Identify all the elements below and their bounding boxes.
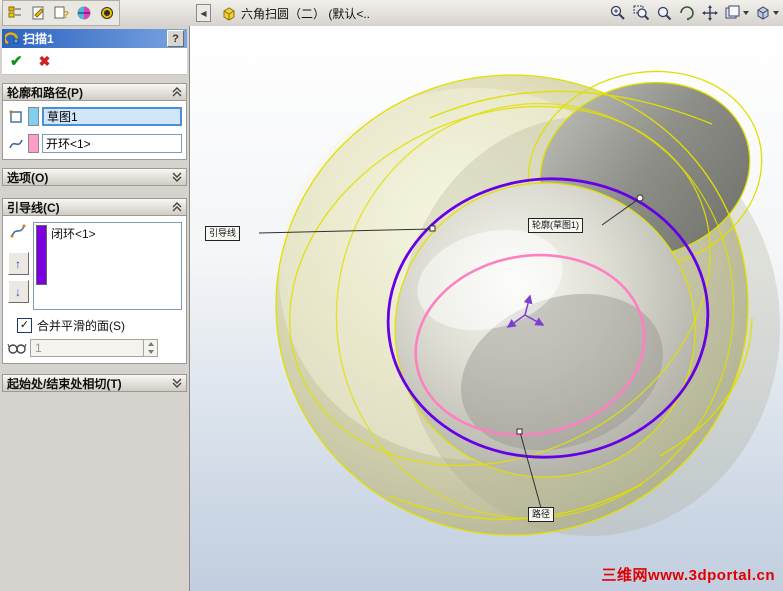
chevron-up-icon xyxy=(172,87,182,97)
propertymanager-title-bar: 扫描1 ? xyxy=(2,29,187,48)
dropdown-caret-icon xyxy=(743,11,749,15)
group-label: 轮廓和路径(P) xyxy=(7,85,83,100)
group-body-guide-curves: ↑ ↓ 闭环<1> ✓ 合并平滑的面(S) 1 xyxy=(2,216,187,364)
profile-input[interactable] xyxy=(42,107,182,126)
zoom-to-fit-icon[interactable] xyxy=(653,2,675,24)
document-title: 六角扫圆（二） (默认<.. xyxy=(221,5,370,22)
group-label: 选项(O) xyxy=(7,170,49,185)
svg-text:?: ? xyxy=(63,10,69,21)
display-style-dropdown[interactable] xyxy=(752,2,781,24)
dropdown-caret-icon xyxy=(773,11,779,15)
configurationmanager-tab-icon[interactable]: ? xyxy=(50,2,72,24)
merge-smooth-faces-checkbox[interactable]: ✓ xyxy=(17,318,32,333)
document-title-text: 六角扫圆（二） (默认<.. xyxy=(241,6,371,21)
spinner-arrows[interactable] xyxy=(143,340,157,356)
chevron-down-icon xyxy=(172,378,182,388)
chevron-up-icon xyxy=(172,202,182,212)
pan-icon[interactable] xyxy=(699,2,721,24)
path-icon xyxy=(9,139,23,148)
group-label: 起始处/结束处相切(T) xyxy=(7,376,122,391)
top-toolbar: ? ◀ 六角扫圆（二） (默认<.. xyxy=(0,0,783,27)
dimxpertmanager-tab-icon[interactable] xyxy=(73,2,95,24)
model-view xyxy=(258,46,783,536)
chevron-down-icon xyxy=(172,172,182,182)
solidworks-window: ? ◀ 六角扫圆（二） (默认<.. 扫描1 ? ✔ ✖ 轮廓和路径(P) 草图… xyxy=(0,0,783,591)
path-input[interactable] xyxy=(42,134,182,153)
merge-smooth-faces-label: 合并平滑的面(S) xyxy=(37,319,125,333)
group-header-profile-path[interactable]: 轮廓和路径(P) xyxy=(2,83,187,101)
profile-color-swatch xyxy=(28,107,39,126)
view-toolbar xyxy=(607,2,783,24)
rotate-view-icon[interactable] xyxy=(676,2,698,24)
section-count-value: 1 xyxy=(35,341,42,355)
move-down-button[interactable]: ↓ xyxy=(7,280,29,303)
guide-curve-callout[interactable]: 引导线 xyxy=(205,226,241,241)
move-up-button[interactable]: ↑ xyxy=(7,252,29,275)
displaymanager-tab-icon[interactable] xyxy=(96,2,118,24)
confirm-row: ✔ ✖ xyxy=(2,48,187,75)
guide-curves-icon xyxy=(10,224,26,238)
cancel-button[interactable]: ✖ xyxy=(39,53,51,70)
path-callout[interactable]: 路径 xyxy=(528,507,555,522)
property-manager-panel: 扫描1 ? ✔ ✖ 轮廓和路径(P) 草图1 开环<1> 选项(O) 引导线(C… xyxy=(0,26,190,591)
guide-curve-list[interactable]: 闭环<1> xyxy=(33,222,182,310)
section-count-spinner[interactable]: 1 xyxy=(30,339,158,357)
group-label: 引导线(C) xyxy=(7,200,60,215)
profile-callout[interactable]: 轮廓(草图1) xyxy=(528,218,583,233)
group-header-guide-curves[interactable]: 引导线(C) xyxy=(2,198,187,216)
ok-button[interactable]: ✔ xyxy=(10,52,23,70)
spinner-up-icon[interactable] xyxy=(147,342,154,346)
spinner-down-icon[interactable] xyxy=(147,350,154,354)
view-orientation-dropdown[interactable] xyxy=(722,2,751,24)
feature-title: 扫描1 xyxy=(23,32,54,46)
part-document-icon xyxy=(223,6,235,21)
show-sections-icon xyxy=(7,343,27,354)
manager-tabs-group: ? xyxy=(2,0,120,26)
sweep-feature-icon xyxy=(5,31,19,44)
guide-list-item[interactable]: 闭环<1> xyxy=(51,225,96,307)
zoom-in-out-icon[interactable] xyxy=(607,2,629,24)
guide-color-swatch xyxy=(36,225,47,285)
swept-surface-body[interactable] xyxy=(276,46,783,536)
collapse-panel-button[interactable]: ◀ xyxy=(196,4,211,22)
group-header-options[interactable]: 选项(O) xyxy=(2,168,187,186)
group-body-profile-path xyxy=(2,101,187,160)
zoom-area-icon[interactable] xyxy=(630,2,652,24)
help-button[interactable]: ? xyxy=(167,30,184,47)
profile-icon xyxy=(9,109,22,123)
propertymanager-tab-icon[interactable] xyxy=(27,2,49,24)
path-color-swatch xyxy=(28,134,39,153)
graphics-viewport[interactable]: 引导线 轮廓(草图1) 路径 三维网www.3dportal.cn xyxy=(190,26,783,591)
featuremanager-tab-icon[interactable] xyxy=(4,2,26,24)
group-header-tangency[interactable]: 起始处/结束处相切(T) xyxy=(2,374,187,392)
watermark-text: 三维网www.3dportal.cn xyxy=(601,567,775,584)
